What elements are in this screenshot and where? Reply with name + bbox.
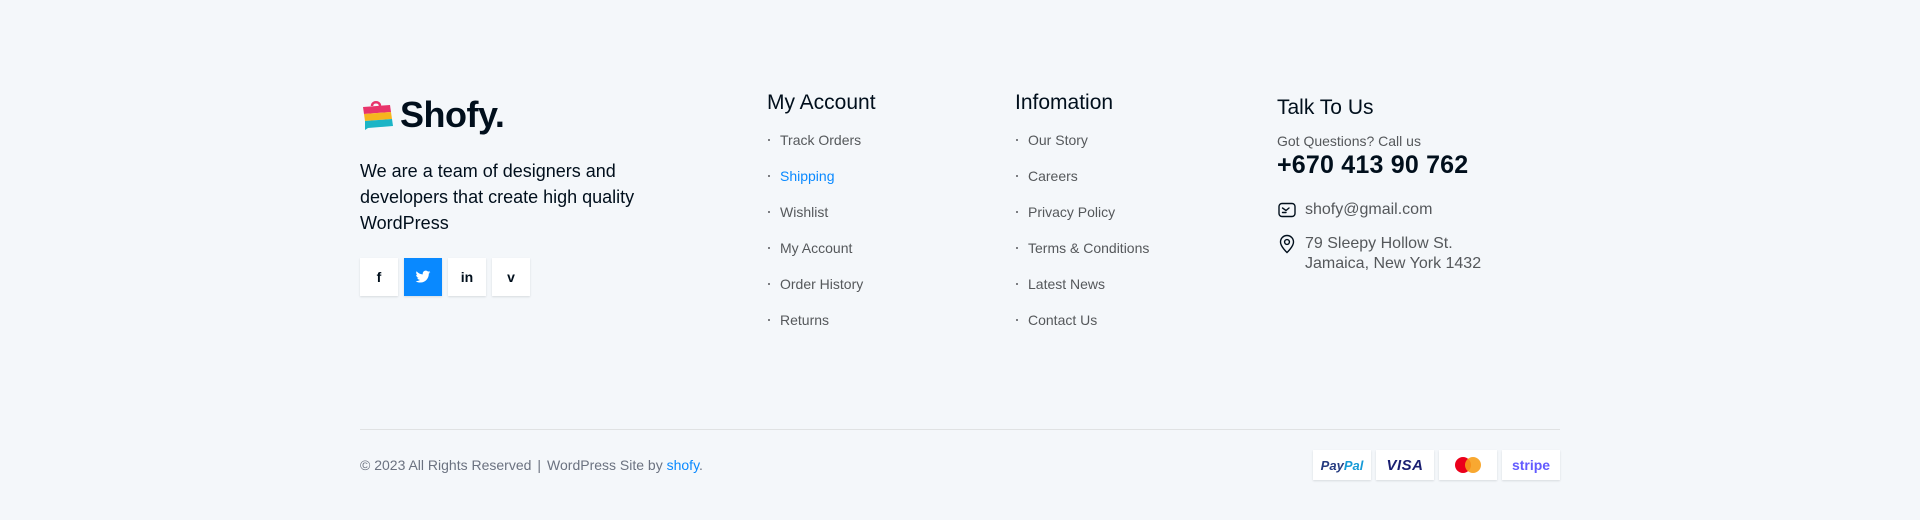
vimeo-link[interactable]: v xyxy=(492,258,530,296)
copyright: © 2023 All Rights Reserved | WordPress Sit… xyxy=(360,456,703,474)
footer-top: Shofy. We are a team of designers and de… xyxy=(360,90,1560,350)
information-title: Infomation xyxy=(1015,91,1114,114)
social-links: f in v xyxy=(360,258,680,296)
phone-number[interactable]: +670 413 90 762 xyxy=(1277,151,1577,180)
brand-column: Shofy. We are a team of designers and de… xyxy=(360,90,680,296)
paypal-icon: Pay Pal xyxy=(1313,450,1371,480)
address-line-2: Jamaica, New York 1432 xyxy=(1305,255,1482,272)
link-track-orders[interactable]: Track Orders xyxy=(767,131,987,167)
shofy-link[interactable]: shofy xyxy=(667,457,699,473)
visa-icon: VISA xyxy=(1376,450,1434,480)
mastercard-icon xyxy=(1439,450,1497,480)
copyright-text: © 2023 All Rights Reserved xyxy=(360,457,532,473)
link-careers[interactable]: Careers xyxy=(1015,167,1255,203)
vimeo-icon: v xyxy=(507,269,515,285)
my-account-column: My Account Track Orders Shipping Wishlis… xyxy=(767,90,987,347)
address-text[interactable]: 79 Sleepy Hollow St. Jamaica, New York 1… xyxy=(1305,234,1481,274)
information-links: Our Story Careers Privacy Policy Terms &… xyxy=(1015,131,1255,347)
my-account-title: My Account xyxy=(767,91,876,114)
address-row: 79 Sleepy Hollow St. Jamaica, New York 1… xyxy=(1277,234,1577,274)
link-shipping[interactable]: Shipping xyxy=(767,167,987,203)
email-address[interactable]: shofy@gmail.com xyxy=(1305,200,1432,220)
linkedin-icon: in xyxy=(460,269,474,285)
copyright-separator: | xyxy=(537,457,542,473)
facebook-link[interactable]: f xyxy=(360,258,398,296)
copyright-period: . xyxy=(699,457,703,473)
link-our-story[interactable]: Our Story xyxy=(1015,131,1255,167)
link-order-history[interactable]: Order History xyxy=(767,275,987,311)
site-by-text: WordPress Site by xyxy=(547,457,663,473)
twitter-icon xyxy=(415,270,431,283)
information-column: Infomation Our Story Careers Privacy Pol… xyxy=(1015,90,1255,347)
twitter-link[interactable] xyxy=(404,258,442,296)
talk-to-us-title: Talk To Us xyxy=(1277,96,1374,119)
logo[interactable]: Shofy. xyxy=(360,94,680,136)
email-row: shofy@gmail.com xyxy=(1277,200,1577,220)
my-account-links: Track Orders Shipping Wishlist My Accoun… xyxy=(767,131,987,347)
footer-divider xyxy=(360,429,1560,430)
email-icon xyxy=(1277,200,1297,220)
link-my-account[interactable]: My Account xyxy=(767,239,987,275)
about-text: We are a team of designers and developer… xyxy=(360,161,635,233)
facebook-icon: f xyxy=(376,269,382,285)
visa-text: VISA xyxy=(1386,456,1424,474)
linkedin-link[interactable]: in xyxy=(448,258,486,296)
paypal-text-a: Pay xyxy=(1320,457,1344,473)
stripe-text: stripe xyxy=(1511,457,1551,473)
talk-subtitle: Got Questions? Call us xyxy=(1277,133,1421,149)
link-privacy-policy[interactable]: Privacy Policy xyxy=(1015,203,1255,239)
link-latest-news[interactable]: Latest News xyxy=(1015,275,1255,311)
link-returns[interactable]: Returns xyxy=(767,311,987,347)
shopping-bag-logo-icon xyxy=(363,101,393,130)
link-terms-conditions[interactable]: Terms & Conditions xyxy=(1015,239,1255,275)
logo-text: Shofy. xyxy=(400,94,505,135)
talk-to-us-column: Talk To Us Got Questions? Call us +670 4… xyxy=(1277,90,1577,274)
link-wishlist[interactable]: Wishlist xyxy=(767,203,987,239)
link-contact-us[interactable]: Contact Us xyxy=(1015,311,1255,347)
paypal-text-b: Pal xyxy=(1343,457,1364,473)
address-line-1: 79 Sleepy Hollow St. xyxy=(1305,235,1453,252)
location-pin-icon xyxy=(1277,234,1297,254)
payment-methods: Pay Pal VISA stripe xyxy=(1313,450,1560,480)
stripe-icon: stripe xyxy=(1502,450,1560,480)
